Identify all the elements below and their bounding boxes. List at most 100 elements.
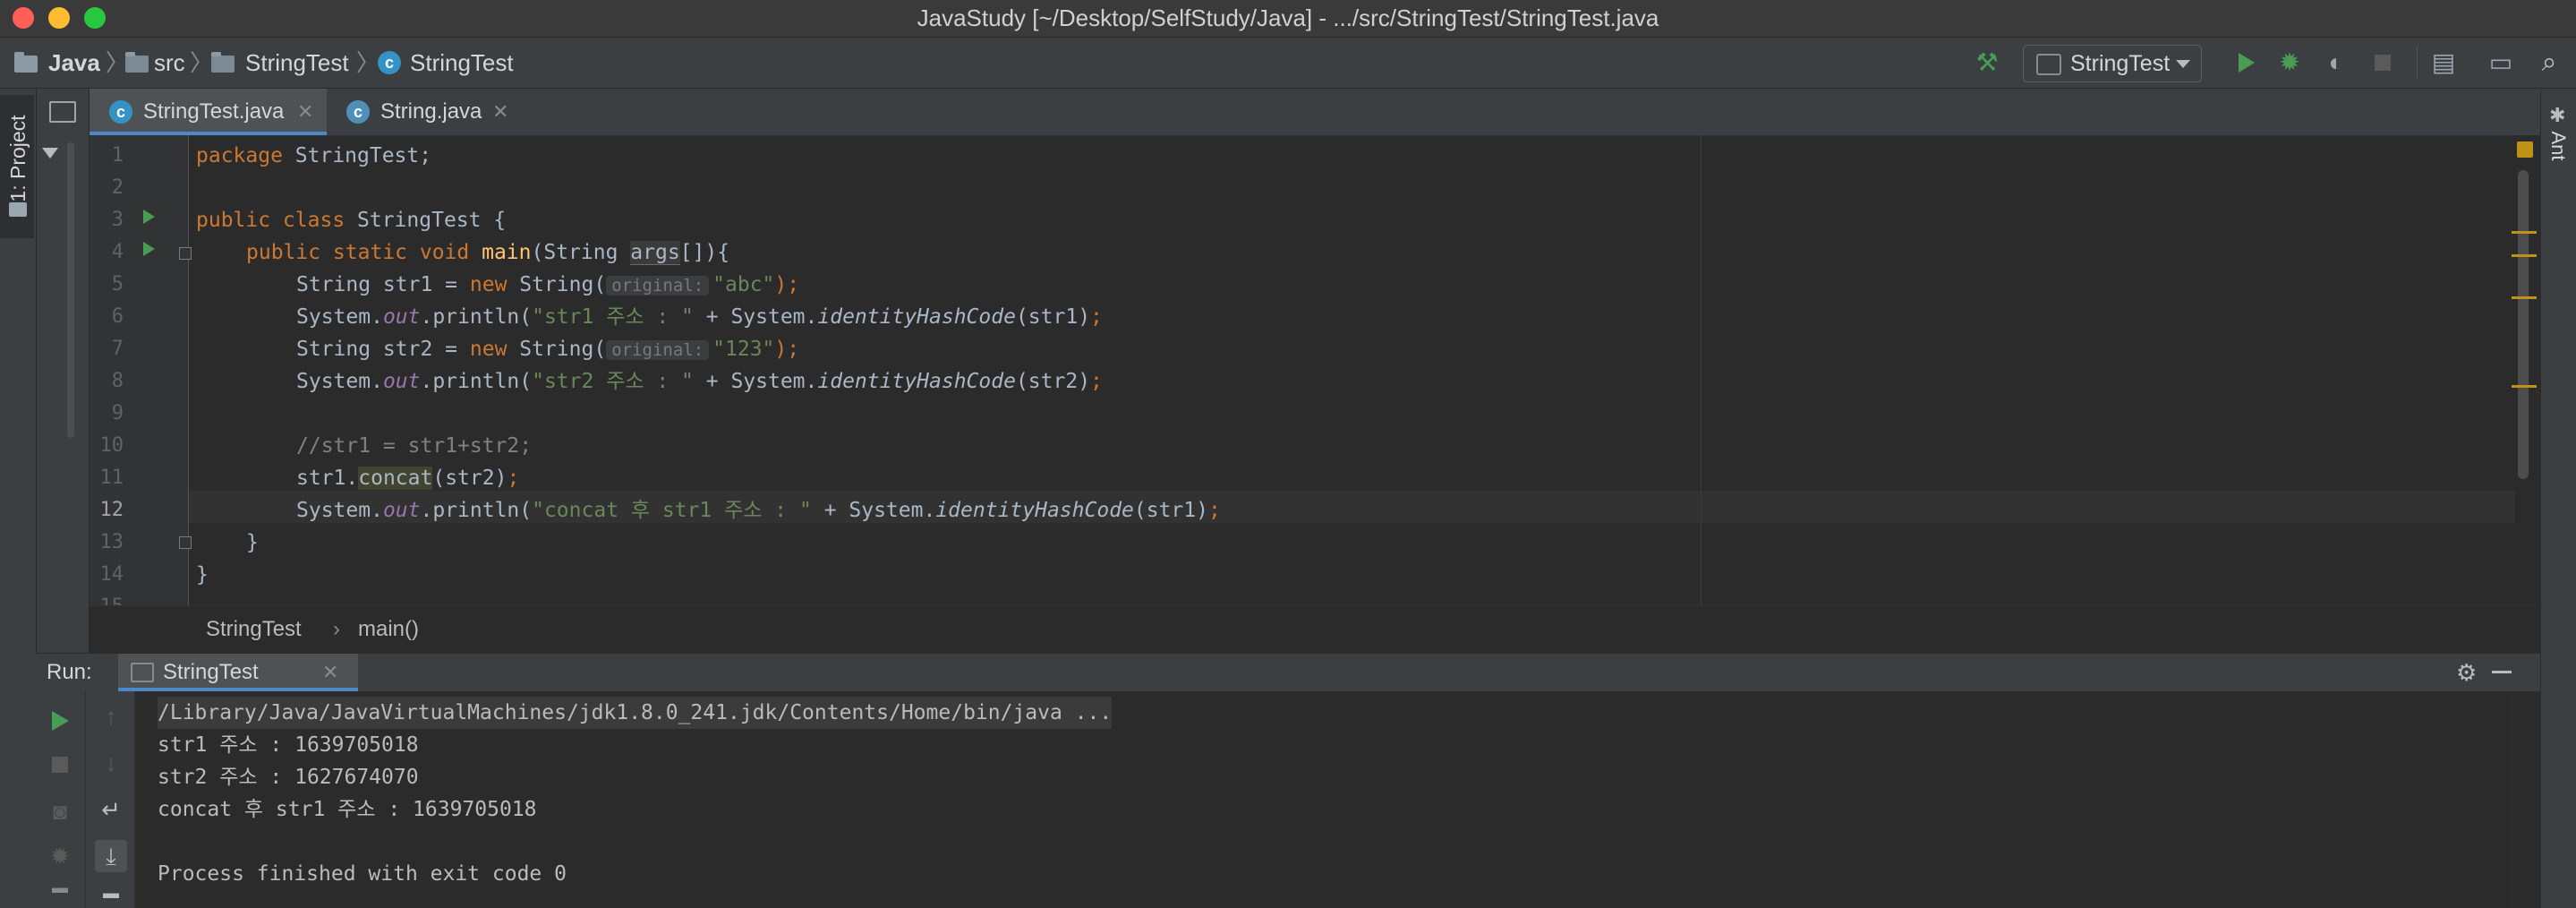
code-line-12[interactable]: System.out.println("concat 후 str1 주소 : "… (296, 494, 1221, 527)
console-command-line[interactable]: /Library/Java/JavaVirtualMachines/jdk1.8… (158, 697, 1113, 729)
build-hammer-icon[interactable]: ⚒ (1971, 47, 2003, 79)
code-line-6[interactable]: System.out.println("str1 주소 : " + System… (296, 301, 1103, 333)
line-number: 1 (111, 144, 124, 167)
run-panel-header: Run: StringTest ✕ ⚙ (36, 653, 2540, 692)
parameter-hint: original: (606, 340, 710, 360)
tree-expand-icon[interactable] (42, 148, 58, 158)
code-line-10[interactable]: //str1 = str1+str2; (296, 430, 532, 462)
fold-icon[interactable] (179, 247, 192, 260)
breadcrumb-method[interactable]: main() (358, 606, 419, 653)
console-line: concat 후 str1 주소 : 1639705018 (158, 798, 537, 821)
line-number: 3 (111, 209, 124, 231)
toolbar-divider (2417, 47, 2418, 79)
line-number: 8 (111, 370, 124, 392)
coverage-icon[interactable]: ◐ (2320, 47, 2352, 79)
run-tab-label: StringTest (163, 660, 259, 684)
run-class-gutter-icon[interactable] (143, 210, 155, 224)
line-number: 15 (90, 591, 124, 605)
close-tab-icon[interactable]: ✕ (322, 654, 338, 691)
code-line-3[interactable]: public class StringTest { (196, 204, 506, 236)
breadcrumb-separator-icon: 〉 (356, 49, 380, 76)
project-folder-icon (9, 202, 27, 217)
project-structure-icon[interactable]: ▤ (2427, 47, 2460, 79)
camera-dump-icon[interactable]: ◙ (44, 795, 76, 827)
chevron-down-icon (2176, 60, 2190, 68)
title-bar: JavaStudy [~/Desktop/SelfStudy/Java] - .… (0, 0, 2576, 38)
settings-gear-icon[interactable]: ⚙ (2456, 654, 2477, 691)
left-tool-strip-bottom (0, 653, 37, 908)
console-scrollbar[interactable] (2512, 691, 2541, 908)
fold-icon[interactable] (179, 536, 192, 549)
module-folder-icon (14, 52, 38, 73)
warning-stripe[interactable] (2512, 385, 2537, 388)
code-line-8[interactable]: System.out.println("str2 주소 : " + System… (296, 365, 1103, 398)
line-number-current: 12 (99, 499, 124, 521)
library-class-icon: c (346, 100, 370, 124)
run-tab-stringtest[interactable]: StringTest ✕ (118, 654, 358, 691)
pin-tab-icon[interactable]: ▬ (44, 879, 76, 895)
warning-indicator-icon[interactable] (2517, 141, 2533, 158)
warning-stripe[interactable] (2512, 254, 2537, 257)
right-tool-strip-bottom (2540, 653, 2576, 908)
console-line: Process finished with exit code 0 (158, 862, 567, 886)
line-number: 5 (111, 273, 124, 296)
editor-scrollbar-thumb[interactable] (2518, 170, 2529, 479)
code-line-1[interactable]: package StringTest; (196, 140, 431, 172)
breadcrumb-separator-icon: 〉 (190, 49, 214, 76)
run-button[interactable] (2229, 47, 2261, 79)
project-scrollbar[interactable] (67, 142, 74, 438)
breadcrumb-module[interactable]: Java (48, 38, 100, 88)
run-toolbar: ◙ ✹ ▬ ↑ ↓ ↵ ⤓ ▬ (36, 691, 135, 908)
run-configuration-select[interactable]: StringTest (2023, 45, 2202, 82)
right-margin-guide (1701, 135, 1702, 605)
code-line-5[interactable]: String str1 = new String(original: "abc")… (296, 269, 799, 301)
warning-stripe[interactable] (2512, 296, 2537, 299)
debug-bug-icon[interactable]: ✹ (2273, 47, 2306, 79)
minimize-panel-icon[interactable] (2492, 671, 2512, 673)
stop-button[interactable] (2367, 47, 2399, 79)
stop-icon (2375, 55, 2391, 71)
toolbar-divider (85, 691, 86, 908)
print-icon[interactable]: ▬ (95, 885, 127, 901)
search-icon[interactable]: ⌕ (2533, 47, 2565, 79)
tab-stringtest-java[interactable]: c StringTest.java ✕ (90, 89, 327, 135)
java-class-icon: c (109, 100, 132, 124)
package-icon (211, 52, 235, 73)
run-main-gutter-icon[interactable] (143, 242, 155, 256)
line-number: 4 (111, 241, 124, 263)
code-line-13[interactable]: } (246, 527, 259, 559)
scroll-to-end-icon[interactable]: ⤓ (95, 840, 127, 872)
code-line-11[interactable]: str1.concat(str2); (296, 462, 519, 494)
tab-label: String.java (380, 99, 482, 124)
code-line-14[interactable]: } (196, 559, 209, 591)
down-arrow-icon[interactable]: ↓ (95, 747, 127, 779)
class-icon: c (378, 51, 401, 74)
line-number: 13 (99, 531, 124, 553)
layout-icon[interactable]: ▭ (2485, 47, 2517, 79)
project-tool-tab-label: 1: Project (6, 115, 30, 202)
close-tab-icon[interactable]: ✕ (297, 89, 313, 135)
project-view-icon[interactable] (49, 101, 76, 123)
breadcrumb-class[interactable]: StringTest (410, 38, 514, 88)
breadcrumb-package[interactable]: StringTest (245, 38, 349, 88)
parameter-hint: original: (606, 276, 710, 296)
run-configuration-label: StringTest (2070, 51, 2171, 76)
tab-string-java[interactable]: c String.java ✕ (327, 89, 519, 135)
rerun-icon[interactable] (52, 711, 69, 731)
code-line-7[interactable]: String str2 = new String(original: "123")… (296, 333, 799, 365)
up-arrow-icon[interactable]: ↑ (95, 700, 127, 732)
stop-icon[interactable] (52, 757, 68, 773)
breadcrumb-src[interactable]: src (154, 38, 185, 88)
line-number: 14 (99, 563, 124, 586)
code-line-4[interactable]: public static void main(String args[]){ (246, 236, 729, 269)
close-tab-icon[interactable]: ✕ (492, 89, 508, 135)
editor-tab-bar: c StringTest.java ✕ c String.java ✕ (90, 89, 2540, 136)
debug-settings-icon[interactable]: ✹ (44, 840, 76, 872)
breadcrumb-separator-icon: › (333, 617, 340, 641)
warning-stripe[interactable] (2512, 231, 2537, 234)
soft-wrap-icon[interactable]: ↵ (95, 793, 127, 826)
run-play-icon (2239, 53, 2255, 73)
breadcrumb-class[interactable]: StringTest (206, 606, 302, 653)
line-number: 6 (111, 305, 124, 328)
ant-tool-tab[interactable]: Ant (2545, 117, 2572, 175)
